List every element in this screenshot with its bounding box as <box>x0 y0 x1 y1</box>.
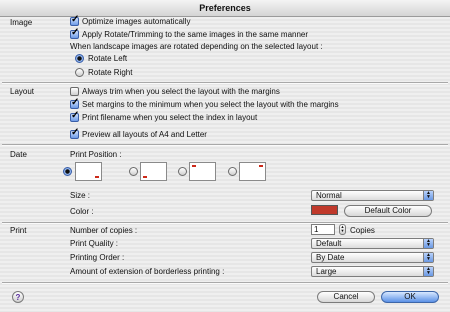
up-down-arrows-icon: ▲ ▼ <box>423 239 433 248</box>
apply-rotate-label: Apply Rotate/Trimming to the same images… <box>82 30 309 39</box>
size-select-value: Normal <box>316 191 342 200</box>
print-quality-label: Print Quality : <box>70 239 119 248</box>
up-down-arrows-icon: ▲ ▼ <box>423 253 433 262</box>
separator <box>2 82 448 84</box>
default-color-button[interactable]: Default Color <box>344 205 432 217</box>
optimize-images-label: Optimize images automatically <box>82 17 191 26</box>
copies-unit-label: Copies <box>350 226 375 235</box>
position-bottom-right-thumbnail[interactable] <box>75 162 102 181</box>
position-bottom-left-radio[interactable] <box>129 167 138 176</box>
date-section-label: Date <box>10 150 27 159</box>
landscape-rotation-text: When landscape images are rotated depend… <box>70 42 323 51</box>
position-top-left-thumbnail[interactable] <box>189 162 216 181</box>
print-quality-value: Default <box>316 239 342 248</box>
up-down-arrows-icon: ▲ ▼ <box>423 267 433 276</box>
stepper-icon[interactable]: ▲ ▼ <box>339 224 346 235</box>
position-bottom-right-radio[interactable] <box>63 167 72 176</box>
printing-order-value: By Date <box>316 253 345 262</box>
position-top-right-thumbnail[interactable] <box>239 162 266 181</box>
print-position-label: Print Position : <box>70 150 122 159</box>
optimize-images-checkbox[interactable] <box>70 14 79 26</box>
print-filename-checkbox[interactable] <box>70 110 79 122</box>
preview-all-layouts-label: Preview all layouts of A4 and Letter <box>82 130 207 139</box>
ok-button[interactable]: OK <box>381 291 439 303</box>
print-section-label: Print <box>10 226 27 235</box>
preferences-panel: Image Optimize images automatically Appl… <box>0 14 450 312</box>
rotate-right-label: Rotate Right <box>88 68 133 77</box>
borderless-extension-value: Large <box>316 267 337 276</box>
copies-label: Number of copies : <box>70 226 138 235</box>
printing-order-label: Printing Order : <box>70 253 125 262</box>
cancel-button[interactable]: Cancel <box>317 291 375 303</box>
always-trim-label: Always trim when you select the layout w… <box>82 87 280 96</box>
size-select[interactable]: Normal ▲ ▼ <box>311 190 434 201</box>
help-icon[interactable]: ? <box>12 291 24 303</box>
rotate-left-radio[interactable] <box>75 54 84 63</box>
layout-section-label: Layout <box>10 87 35 96</box>
date-color-swatch[interactable] <box>311 205 338 215</box>
position-top-left-radio[interactable] <box>178 167 187 176</box>
set-margins-label: Set margins to the minimum when you sele… <box>82 100 339 109</box>
apply-rotate-checkbox[interactable] <box>70 27 79 39</box>
borderless-extension-label: Amount of extension of borderless printi… <box>70 267 225 276</box>
position-bottom-left-thumbnail[interactable] <box>140 162 167 181</box>
position-top-right-radio[interactable] <box>228 167 237 176</box>
print-filename-label: Print filename when you select the index… <box>82 113 258 122</box>
color-label: Color : <box>70 207 94 216</box>
borderless-extension-select[interactable]: Large ▲ ▼ <box>311 266 434 277</box>
rotate-right-radio[interactable] <box>75 68 84 77</box>
separator <box>2 222 448 224</box>
window-title: Preferences <box>0 0 450 17</box>
set-margins-checkbox[interactable] <box>70 97 79 109</box>
preview-all-layouts-checkbox[interactable] <box>70 127 79 139</box>
size-label: Size : <box>70 191 91 200</box>
printing-order-select[interactable]: By Date ▲ ▼ <box>311 252 434 263</box>
always-trim-checkbox[interactable] <box>70 87 79 96</box>
copies-input[interactable]: 1 <box>311 224 335 235</box>
rotate-left-label: Rotate Left <box>88 54 128 63</box>
up-down-arrows-icon: ▲ ▼ <box>423 191 433 200</box>
print-quality-select[interactable]: Default ▲ ▼ <box>311 238 434 249</box>
separator <box>2 144 448 146</box>
separator <box>2 282 448 284</box>
image-section-label: Image <box>10 18 33 27</box>
